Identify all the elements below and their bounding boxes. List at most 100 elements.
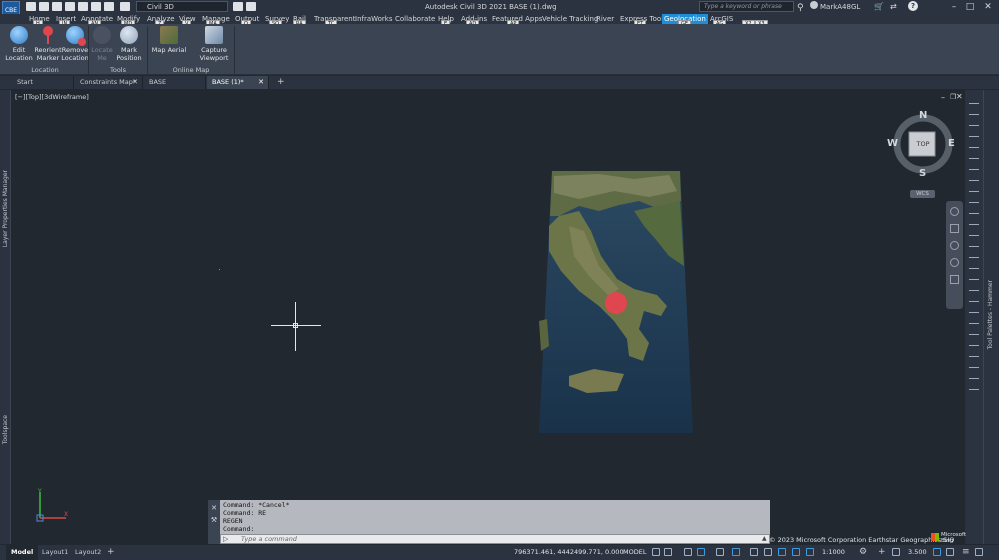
capture-viewport-button[interactable]: Capture Viewport xyxy=(196,26,232,62)
dot-marker xyxy=(219,269,220,270)
command-history-line: Command: *Cancel* xyxy=(223,501,290,509)
viewcube[interactable]: N S E W TOP xyxy=(887,110,955,179)
osnap-icon[interactable] xyxy=(732,548,740,556)
workspace-dropdown[interactable]: Civil 3D xyxy=(136,1,228,12)
snap-icon[interactable] xyxy=(664,548,672,556)
isodraft-icon[interactable] xyxy=(716,548,724,556)
doc-tab-base[interactable]: BASE xyxy=(144,76,206,89)
panel-title-tools: Tools xyxy=(109,66,126,74)
viewport-close-icon[interactable]: ✕ xyxy=(956,92,963,101)
zoom-icon[interactable] xyxy=(950,241,959,250)
close-icon[interactable]: ✕ xyxy=(132,76,138,89)
close-icon[interactable]: ✕ xyxy=(980,0,996,14)
compass-w[interactable]: W xyxy=(887,138,898,149)
lineweight-value[interactable]: 3.500 xyxy=(908,545,927,560)
drawing-viewport[interactable] xyxy=(11,90,964,544)
otrack-icon[interactable] xyxy=(750,548,758,556)
compass-e[interactable]: E xyxy=(948,138,955,149)
hardware-accel-icon[interactable] xyxy=(946,548,954,556)
save-icon[interactable] xyxy=(52,2,62,11)
showmotion-icon[interactable] xyxy=(950,275,959,284)
save-as-icon[interactable] xyxy=(65,2,75,11)
doc-tab-base-1[interactable]: BASE (1)* ✕ xyxy=(207,76,269,89)
annotation-scale[interactable]: 1:1000 xyxy=(822,545,845,560)
tool-icons-column[interactable] xyxy=(969,98,979,398)
annotation-icon[interactable] xyxy=(764,548,772,556)
tab-vehicle-tracking[interactable]: Vehicle Tracking xyxy=(540,14,600,24)
layer-properties-tab[interactable]: Layer Properties Manager xyxy=(2,170,9,247)
search-icon[interactable]: ⚲ xyxy=(797,1,804,15)
properties-icon[interactable] xyxy=(246,2,256,11)
grid-icon[interactable] xyxy=(652,548,660,556)
globe-icon xyxy=(10,26,28,44)
minimize-icon[interactable]: – xyxy=(946,0,962,14)
navigation-bar xyxy=(946,201,963,309)
new-file-icon[interactable] xyxy=(26,2,36,11)
annotation-visibility-icon[interactable] xyxy=(806,548,814,556)
layout-tab-model[interactable]: Model xyxy=(6,545,39,560)
isolate-icon[interactable] xyxy=(933,548,941,556)
new-tab-icon[interactable]: + xyxy=(277,76,285,89)
chevron-up-icon[interactable]: ▲ xyxy=(762,535,767,542)
selection-cycling-icon[interactable] xyxy=(792,548,800,556)
ribbon-tab-bar: Home Insert Annotate Modify Analyze View… xyxy=(0,14,999,24)
ucs-icon: Y X xyxy=(36,488,68,522)
viewcube-face-top[interactable]: TOP xyxy=(910,140,936,148)
customize-menu-icon[interactable]: ≡ xyxy=(962,545,970,560)
doc-tab-start[interactable]: Start xyxy=(12,76,74,89)
model-space-toggle[interactable]: MODEL xyxy=(623,545,646,560)
tab-river[interactable]: River xyxy=(594,14,616,24)
tab-infraworks[interactable]: InfraWorks xyxy=(353,14,395,24)
command-input[interactable]: Type a command xyxy=(220,534,770,544)
mark-position-button[interactable]: Mark Position xyxy=(113,26,145,62)
plot-icon[interactable] xyxy=(104,2,114,11)
layout-tab-layout2[interactable]: Layout2 xyxy=(70,545,106,560)
doc-tab-constraints-map[interactable]: Constraints Map* ✕ xyxy=(75,76,143,89)
cloud-open-icon[interactable] xyxy=(78,2,88,11)
coordinates-readout[interactable]: 796371.461, 4442499.771, 0.000 xyxy=(514,545,624,560)
tab-collaborate[interactable]: Collaborate xyxy=(393,14,437,24)
add-layout-icon[interactable]: + xyxy=(107,545,115,560)
map-aerial-button[interactable]: Map Aerial xyxy=(150,26,188,54)
help-icon[interactable]: ? xyxy=(908,1,918,11)
edit-location-button[interactable]: Edit Location xyxy=(3,26,35,62)
polar-icon[interactable] xyxy=(697,548,705,556)
user-icon[interactable] xyxy=(810,1,818,9)
viewport-minimize-icon[interactable]: – xyxy=(941,93,945,102)
left-palette-strip: Layer Properties Manager Toolspace xyxy=(0,90,11,544)
plus-icon[interactable]: + xyxy=(878,545,886,560)
cloud-save-icon[interactable] xyxy=(91,2,101,11)
pan-icon[interactable] xyxy=(950,224,959,233)
compass-s[interactable]: S xyxy=(919,168,926,179)
svg-text:X: X xyxy=(64,511,68,518)
close-icon[interactable]: ✕ xyxy=(258,76,264,89)
command-line-handle[interactable]: ✕ ⚒ xyxy=(208,500,220,544)
maximize-icon[interactable]: □ xyxy=(962,0,978,14)
steering-wheel-icon[interactable] xyxy=(950,207,959,216)
tool-palettes-tab[interactable]: Tool Palettes - Hammer xyxy=(987,280,994,349)
wrench-icon[interactable]: ⚒ xyxy=(208,516,220,524)
undo-icon[interactable] xyxy=(120,2,130,11)
view-controls[interactable]: [−][Top][3dWireframe] xyxy=(15,93,89,101)
wcs-menu[interactable]: WCS xyxy=(910,190,935,198)
layout-tab-layout1[interactable]: Layout1 xyxy=(37,545,73,560)
gear-icon[interactable]: ⚙ xyxy=(859,545,867,560)
share-icon[interactable] xyxy=(233,2,243,11)
cart-icon[interactable]: 🛒 xyxy=(874,0,884,14)
location-marker[interactable] xyxy=(605,292,627,314)
user-name[interactable]: MarkA48GL xyxy=(820,0,860,14)
open-file-icon[interactable] xyxy=(39,2,49,11)
clean-screen-icon[interactable] xyxy=(975,548,983,556)
toolspace-tab[interactable]: Toolspace xyxy=(2,415,9,444)
exchange-icon[interactable]: ⇄ xyxy=(890,0,897,14)
compass-n[interactable]: N xyxy=(919,110,927,121)
ortho-icon[interactable] xyxy=(684,548,692,556)
orbit-icon[interactable] xyxy=(950,258,959,267)
command-history-line: Command: xyxy=(223,525,255,533)
document-tab-bar: Start Constraints Map* ✕ BASE BASE (1)* … xyxy=(0,76,999,89)
close-icon[interactable]: ✕ xyxy=(208,504,220,512)
dynamic-ucs-icon[interactable] xyxy=(778,548,786,556)
search-input[interactable]: Type a keyword or phrase xyxy=(699,1,794,12)
command-prompt-icon[interactable]: ▷ xyxy=(223,535,228,543)
lineweight-icon[interactable] xyxy=(892,548,900,556)
